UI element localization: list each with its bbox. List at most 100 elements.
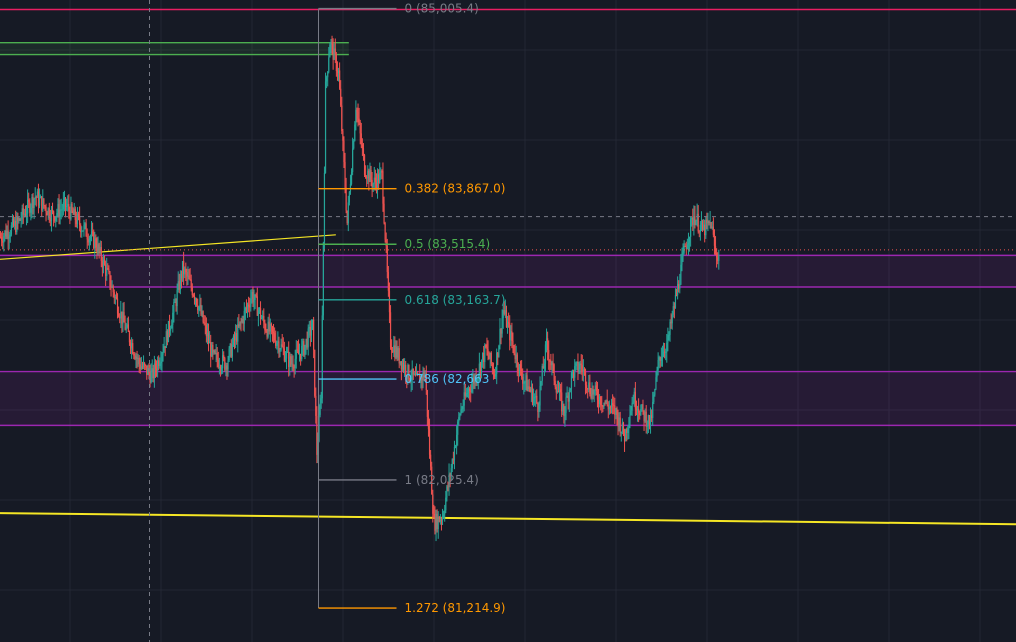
candle-body xyxy=(85,223,87,237)
candle-up xyxy=(466,387,469,398)
candle-up xyxy=(321,305,323,404)
candle-body xyxy=(280,344,282,350)
candle-body xyxy=(46,212,48,216)
candle-body xyxy=(648,415,651,427)
candle-body xyxy=(121,311,123,324)
candle-body xyxy=(561,392,563,412)
candle-body xyxy=(340,88,342,106)
candle-up xyxy=(703,219,705,231)
candle-body xyxy=(75,219,77,225)
candle-body xyxy=(428,429,431,455)
candle-body xyxy=(142,363,145,367)
candle-up xyxy=(324,72,327,174)
candle-body xyxy=(253,299,255,303)
candle-down xyxy=(116,293,119,319)
candle-body xyxy=(548,350,550,361)
candle-body xyxy=(92,231,94,233)
candle-body xyxy=(257,310,259,316)
candle-up xyxy=(320,391,322,409)
candle-down xyxy=(536,389,538,405)
candle-body xyxy=(635,408,638,411)
candle-down xyxy=(1,232,3,247)
candle-up xyxy=(397,346,399,361)
candle-body xyxy=(204,323,206,325)
candle-body xyxy=(162,351,164,355)
candle-body xyxy=(427,416,430,430)
candle-body xyxy=(625,429,627,442)
candle-body xyxy=(114,296,116,299)
candle-body xyxy=(571,370,574,374)
candle-up xyxy=(709,211,711,229)
candle-up xyxy=(262,310,264,321)
candle-body xyxy=(363,155,366,175)
candle-up xyxy=(524,380,526,392)
candle-down xyxy=(238,314,240,328)
candle-down xyxy=(86,228,88,249)
candle-body xyxy=(600,396,602,406)
candle-body xyxy=(643,410,645,422)
candle-body xyxy=(705,219,707,236)
candle-up xyxy=(50,205,53,232)
candle-up xyxy=(677,276,679,300)
candlestick-chart-svg[interactable]: 0 (85,005.4) 0.382 (83,867.0) 0.5 (83,515.… xyxy=(0,0,1016,642)
candle-down xyxy=(542,356,544,369)
candle-body xyxy=(337,70,340,73)
candle-body xyxy=(172,312,174,325)
candle-up xyxy=(401,358,404,372)
candle-up xyxy=(228,346,230,363)
candle-body xyxy=(680,264,682,285)
candle-up xyxy=(544,341,547,373)
candle-down xyxy=(204,315,206,335)
candle-up xyxy=(30,203,32,221)
candle-body xyxy=(578,369,580,373)
candle-body xyxy=(118,313,120,317)
candle-down xyxy=(391,339,393,360)
candle-down xyxy=(255,292,257,298)
candle-down xyxy=(402,358,405,373)
candle-body xyxy=(646,424,648,427)
price-chart[interactable]: 0 (85,005.4) 0.382 (83,867.0) 0.5 (83,515.… xyxy=(0,0,1016,642)
candle-body xyxy=(673,306,675,308)
candle-body xyxy=(230,343,232,357)
candle-down xyxy=(596,381,599,408)
candle-body xyxy=(347,202,349,224)
candle-up xyxy=(97,236,99,256)
candle-up xyxy=(568,387,570,413)
candle-body xyxy=(103,259,106,265)
candle-up xyxy=(565,392,567,421)
candle-body xyxy=(371,179,373,187)
candle-down xyxy=(440,516,443,531)
candle-up xyxy=(627,425,629,440)
candle-body xyxy=(685,246,687,250)
candle-body xyxy=(132,343,134,354)
candle-down xyxy=(381,169,383,180)
candle-down xyxy=(382,162,384,212)
candle-up xyxy=(60,198,62,220)
candle-down xyxy=(714,236,717,256)
candle-down xyxy=(400,360,402,381)
candle-body xyxy=(326,77,328,82)
candle-body xyxy=(549,360,551,363)
candle-down xyxy=(560,383,562,402)
candle-down xyxy=(145,364,147,370)
candle-down xyxy=(191,283,193,298)
candle-down xyxy=(32,193,34,215)
candle-down xyxy=(100,240,102,268)
candle-up xyxy=(373,166,375,191)
candle-down xyxy=(12,215,15,228)
candle-body xyxy=(393,345,395,353)
candle-body xyxy=(159,363,161,367)
candle-body xyxy=(86,236,88,240)
candle-body xyxy=(360,133,362,145)
candle-up xyxy=(162,343,164,362)
candle-body xyxy=(554,380,556,387)
candle-down xyxy=(44,204,46,211)
candle-up xyxy=(206,323,209,345)
candle-down xyxy=(292,355,294,372)
candle-body xyxy=(553,364,555,381)
candle-down xyxy=(509,315,511,351)
candle-up xyxy=(120,300,122,329)
candle-body xyxy=(155,369,158,371)
candle-down xyxy=(710,222,712,229)
candle-up xyxy=(170,325,172,336)
